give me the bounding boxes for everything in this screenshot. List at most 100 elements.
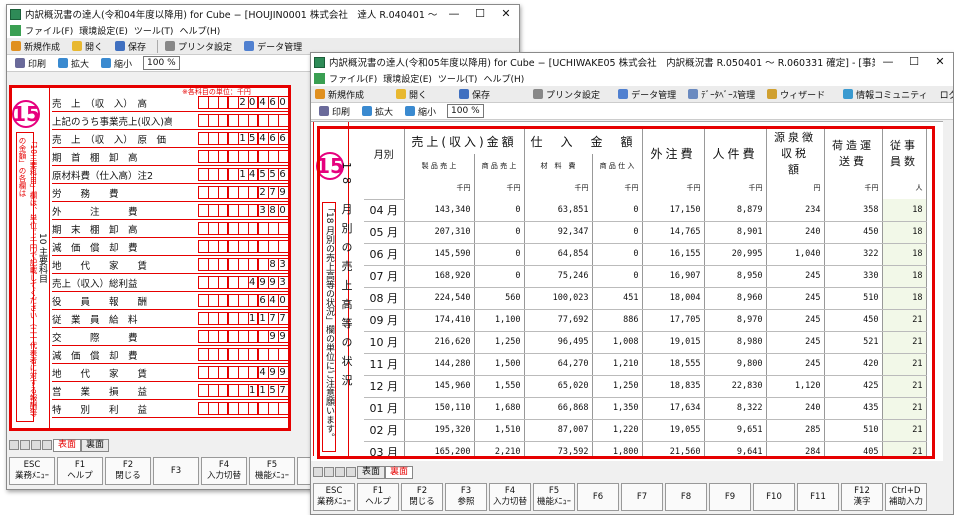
function-key-f12[interactable]: F12 漢字: [841, 483, 883, 511]
value-cell[interactable]: 18: [882, 243, 927, 266]
amount-cells[interactable]: [198, 240, 288, 253]
amount-cells[interactable]: [198, 402, 288, 415]
value-cell[interactable]: 1,040: [766, 243, 825, 266]
value-cell[interactable]: 451: [592, 287, 643, 310]
function-key-f8[interactable]: F8: [665, 483, 707, 511]
printer-settings-button[interactable]: プリンタ設定: [161, 40, 240, 53]
zoom-select[interactable]: 100 %: [143, 56, 180, 70]
value-cell[interactable]: 1,680: [474, 397, 525, 420]
value-cell[interactable]: 0: [592, 243, 643, 266]
menu-settings[interactable]: 環境設定(E): [79, 24, 134, 37]
next-sheet-button-2[interactable]: [335, 467, 345, 477]
value-cell[interactable]: 245: [766, 309, 825, 332]
amount-cells[interactable]: 640: [198, 294, 288, 307]
value-cell[interactable]: 168,920: [404, 265, 475, 288]
value-cell[interactable]: 21: [882, 419, 927, 442]
digit-cell[interactable]: [278, 348, 288, 361]
digit-cell[interactable]: 9: [278, 186, 288, 199]
digit-cell[interactable]: 3: [278, 258, 288, 271]
value-cell[interactable]: 510: [824, 419, 883, 442]
digit-cell[interactable]: 6: [278, 132, 288, 145]
value-cell[interactable]: 1,350: [592, 397, 643, 420]
digit-cell[interactable]: 9: [278, 330, 288, 343]
value-cell[interactable]: 216,620: [404, 331, 475, 354]
digit-cell[interactable]: 7: [278, 312, 288, 325]
value-cell[interactable]: 8,901: [704, 221, 767, 244]
value-cell[interactable]: 1,550: [474, 375, 525, 398]
first-sheet-button[interactable]: [9, 440, 19, 450]
value-cell[interactable]: 425: [824, 375, 883, 398]
value-cell[interactable]: 18: [882, 221, 927, 244]
menu-help[interactable]: ヘルプ(H): [179, 24, 226, 37]
value-cell[interactable]: 21,560: [642, 441, 705, 456]
first-sheet-button-2[interactable]: [313, 467, 323, 477]
value-cell[interactable]: 405: [824, 441, 883, 456]
tab-back[interactable]: 裏面: [81, 438, 110, 452]
data-management-button[interactable]: データ管理: [240, 40, 310, 53]
value-cell[interactable]: 21: [882, 397, 927, 420]
value-cell[interactable]: 165,200: [404, 441, 475, 456]
login-status[interactable]: ログイン:税: [936, 88, 953, 101]
value-cell[interactable]: 19,055: [642, 419, 705, 442]
value-cell[interactable]: 22,830: [704, 375, 767, 398]
prev-sheet-button[interactable]: [20, 440, 30, 450]
amount-cells[interactable]: 4993: [198, 276, 288, 289]
value-cell[interactable]: 21: [882, 331, 927, 354]
function-key-f11[interactable]: F11: [797, 483, 839, 511]
amount-cells[interactable]: [198, 114, 288, 127]
zoom-in-button-2[interactable]: 拡大: [358, 105, 401, 118]
print-button[interactable]: 印刷: [11, 57, 54, 70]
data-management-button-2[interactable]: データ管理: [614, 88, 684, 101]
value-cell[interactable]: 65,020: [524, 375, 593, 398]
close-button-2[interactable]: ✕: [927, 53, 953, 71]
function-key-f4[interactable]: F4 入力切替: [489, 483, 531, 511]
value-cell[interactable]: 245: [766, 265, 825, 288]
digit-cell[interactable]: 6: [278, 168, 288, 181]
value-cell[interactable]: 224,540: [404, 287, 475, 310]
prev-sheet-button-2[interactable]: [324, 467, 334, 477]
menu-help-2[interactable]: ヘルプ(H): [483, 72, 530, 85]
value-cell[interactable]: 145,960: [404, 375, 475, 398]
digit-cell[interactable]: [278, 114, 288, 127]
value-cell[interactable]: 1,100: [474, 309, 525, 332]
amount-cells[interactable]: 20460: [198, 96, 288, 109]
amount-cells[interactable]: 99: [198, 330, 288, 343]
digit-cell[interactable]: 9: [278, 366, 288, 379]
open-button[interactable]: 開く: [68, 40, 111, 53]
database-management-button[interactable]: ﾃﾞｰﾀﾍﾞｰｽ管理: [684, 88, 763, 101]
function-key-esc[interactable]: ESC 業務ﾒﾆｭｰ: [313, 483, 355, 511]
menu-file[interactable]: ファイル(F): [25, 24, 79, 37]
value-cell[interactable]: 245: [766, 287, 825, 310]
value-cell[interactable]: 1,120: [766, 375, 825, 398]
digit-cell[interactable]: [278, 150, 288, 163]
value-cell[interactable]: 1,250: [592, 375, 643, 398]
value-cell[interactable]: 20,995: [704, 243, 767, 266]
value-cell[interactable]: 450: [824, 221, 883, 244]
value-cell[interactable]: 285: [766, 419, 825, 442]
zoom-select-2[interactable]: 100 %: [447, 104, 484, 118]
value-cell[interactable]: 8,950: [704, 265, 767, 288]
value-cell[interactable]: 1,250: [474, 331, 525, 354]
amount-cells[interactable]: 380: [198, 204, 288, 217]
value-cell[interactable]: 18: [882, 199, 927, 222]
value-cell[interactable]: 358: [824, 199, 883, 222]
value-cell[interactable]: 14,765: [642, 221, 705, 244]
printer-settings-button-2[interactable]: プリンタ設定: [529, 88, 608, 101]
value-cell[interactable]: 8,322: [704, 397, 767, 420]
value-cell[interactable]: 9,641: [704, 441, 767, 456]
function-key-f3[interactable]: F3 参照: [445, 483, 487, 511]
value-cell[interactable]: 21: [882, 375, 927, 398]
value-cell[interactable]: 92,347: [524, 221, 593, 244]
value-cell[interactable]: 63,851: [524, 199, 593, 222]
amount-cells[interactable]: [198, 150, 288, 163]
amount-cells[interactable]: 1157: [198, 384, 288, 397]
info-community-button[interactable]: 情報コミュニティ: [839, 88, 935, 101]
value-cell[interactable]: 1,800: [592, 441, 643, 456]
value-cell[interactable]: 16,907: [642, 265, 705, 288]
maximize-button[interactable]: ☐: [467, 5, 493, 23]
value-cell[interactable]: 64,270: [524, 353, 593, 376]
digit-cell[interactable]: [278, 222, 288, 235]
value-cell[interactable]: 420: [824, 353, 883, 376]
value-cell[interactable]: 21: [882, 309, 927, 332]
value-cell[interactable]: 9,800: [704, 353, 767, 376]
